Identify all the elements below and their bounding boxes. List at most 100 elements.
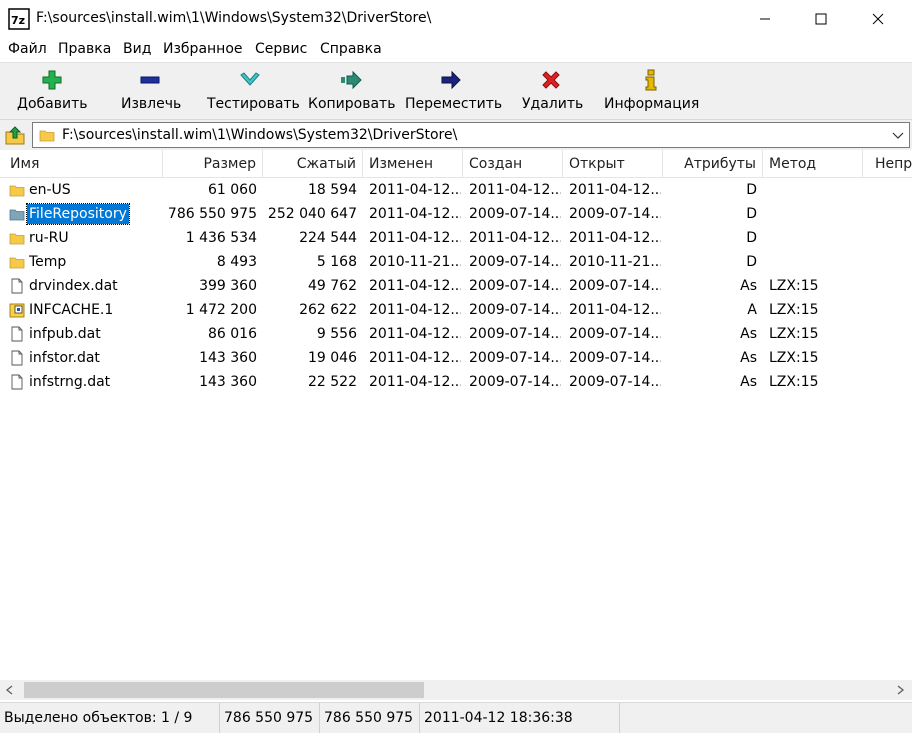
minus-icon bbox=[140, 76, 160, 84]
cell-size: 399 360 bbox=[199, 278, 257, 294]
cell-size: 1 436 534 bbox=[185, 230, 257, 246]
table-row[interactable]: infstrng.dat 143 360 22 522 2011-04-12... 20… bbox=[0, 370, 912, 394]
table-row[interactable]: ru-RU 1 436 534 224 544 2011-04-12... 2011-0… bbox=[0, 226, 912, 250]
minimize-icon bbox=[760, 18, 770, 20]
cell-created: 2009-07-14... bbox=[469, 350, 561, 366]
scroll-right-icon[interactable] bbox=[892, 683, 908, 697]
table-row[interactable]: infpub.dat 86 016 9 556 2011-04-12... 2009-0… bbox=[0, 322, 912, 346]
cell-accessed: 2011-04-12... bbox=[569, 182, 661, 198]
table-row[interactable]: infstor.dat 143 360 19 046 2011-04-12... 200… bbox=[0, 346, 912, 370]
table-row[interactable]: Temp 8 493 5 168 2010-11-21... 2009-07-14...… bbox=[0, 250, 912, 274]
cell-method: LZX:15 bbox=[769, 278, 819, 294]
file-icon bbox=[11, 374, 23, 390]
toolbar: Добавить Извлечь Тестировать Копировать … bbox=[0, 62, 912, 120]
chevron-down-icon[interactable] bbox=[891, 128, 905, 142]
cell-attributes: As bbox=[740, 278, 757, 294]
cell-method: LZX:15 bbox=[769, 302, 819, 318]
menu-help[interactable]: Справка bbox=[320, 41, 382, 57]
cell-accessed: 2009-07-14... bbox=[569, 326, 661, 342]
cell-packed: 49 762 bbox=[308, 278, 357, 294]
cell-created: 2011-04-12... bbox=[469, 182, 561, 198]
cell-created: 2009-07-14... bbox=[469, 206, 561, 222]
info-button[interactable]: Информация bbox=[600, 63, 702, 119]
column-created[interactable]: Создан bbox=[463, 150, 563, 178]
folder-icon bbox=[9, 209, 25, 221]
close-button[interactable] bbox=[855, 0, 901, 38]
file-list[interactable]: Имя Размер Сжатый Изменен Создан Открыт … bbox=[0, 150, 912, 680]
column-header: Имя Размер Сжатый Изменен Создан Открыт … bbox=[0, 150, 912, 178]
column-name[interactable]: Имя bbox=[0, 150, 163, 178]
folder-icon bbox=[9, 185, 25, 197]
column-modified[interactable]: Изменен bbox=[363, 150, 463, 178]
cell-name: drvindex.dat bbox=[29, 278, 118, 294]
test-button[interactable]: Тестировать bbox=[200, 63, 300, 119]
minimize-button[interactable] bbox=[742, 0, 788, 38]
folder-up-icon[interactable] bbox=[4, 124, 26, 146]
maximize-icon bbox=[815, 13, 827, 25]
table-row[interactable]: en-US 61 060 18 594 2011-04-12... 2011-04-12… bbox=[0, 178, 912, 202]
cell-method bbox=[769, 250, 859, 274]
column-method[interactable]: Метод bbox=[763, 150, 863, 178]
title-bar[interactable]: 7z F:\sources\install.wim\1\Windows\Syst… bbox=[0, 0, 912, 38]
column-size[interactable]: Размер bbox=[163, 150, 263, 178]
move-button[interactable]: Переместить bbox=[400, 63, 504, 119]
table-row[interactable]: drvindex.dat 399 360 49 762 2011-04-12... 20… bbox=[0, 274, 912, 298]
folder-icon bbox=[39, 130, 55, 142]
status-date: 2011-04-12 18:36:38 bbox=[420, 703, 620, 733]
menu-file[interactable]: Файл bbox=[8, 41, 47, 57]
cell-method bbox=[769, 226, 859, 250]
cell-attributes: D bbox=[746, 206, 757, 222]
cell-modified: 2011-04-12... bbox=[369, 278, 461, 294]
cell-name: infpub.dat bbox=[29, 326, 101, 342]
column-solid[interactable]: Непр bbox=[863, 150, 912, 178]
cell-packed: 22 522 bbox=[308, 374, 357, 390]
cell-attributes: As bbox=[740, 326, 757, 342]
plus-icon bbox=[42, 70, 62, 90]
delete-button-label: Удалить bbox=[522, 96, 584, 112]
menu-view[interactable]: Вид bbox=[123, 41, 151, 57]
cell-accessed: 2009-07-14... bbox=[569, 350, 661, 366]
cell-name: FileRepository bbox=[26, 203, 130, 225]
cell-attributes: As bbox=[740, 350, 757, 366]
address-input[interactable]: F:\sources\install.wim\1\Windows\System3… bbox=[32, 122, 910, 148]
scrollbar-thumb[interactable] bbox=[24, 682, 424, 698]
cell-accessed: 2010-11-21... bbox=[569, 254, 661, 270]
cell-name: infstor.dat bbox=[29, 350, 100, 366]
status-packed: 786 550 975 bbox=[320, 703, 420, 733]
scroll-left-icon[interactable] bbox=[2, 683, 18, 697]
cell-packed: 9 556 bbox=[316, 326, 357, 342]
cell-packed: 224 544 bbox=[299, 230, 357, 246]
cell-attributes: D bbox=[746, 254, 757, 270]
cell-attributes: As bbox=[740, 374, 757, 390]
cell-modified: 2011-04-12... bbox=[369, 206, 461, 222]
menu-edit[interactable]: Правка bbox=[58, 41, 111, 57]
table-row[interactable]: INFCACHE.1 1 472 200 262 622 2011-04-12... 2… bbox=[0, 298, 912, 322]
cell-name: ru-RU bbox=[29, 230, 69, 246]
cell-modified: 2011-04-12... bbox=[369, 326, 461, 342]
maximize-button[interactable] bbox=[798, 0, 844, 38]
horizontal-scrollbar[interactable] bbox=[0, 680, 912, 700]
cell-size: 786 550 975 bbox=[167, 206, 257, 222]
delete-button[interactable]: Удалить bbox=[510, 63, 592, 119]
menu-favorites[interactable]: Избранное bbox=[163, 41, 243, 57]
file-special-icon bbox=[9, 303, 25, 318]
menu-tools[interactable]: Сервис bbox=[255, 41, 307, 57]
svg-text:7z: 7z bbox=[11, 14, 25, 27]
cell-modified: 2011-04-12... bbox=[369, 230, 461, 246]
column-packed[interactable]: Сжатый bbox=[263, 150, 363, 178]
extract-button[interactable]: Извлечь bbox=[110, 63, 192, 119]
column-attributes[interactable]: Атрибуты bbox=[663, 150, 763, 178]
table-row[interactable]: FileRepository 786 550 975 252 040 647 2011… bbox=[0, 202, 912, 226]
7z-icon: 7z bbox=[8, 8, 30, 30]
cell-modified: 2011-04-12... bbox=[369, 374, 461, 390]
copy-button[interactable]: Копировать bbox=[300, 63, 400, 119]
check-icon bbox=[240, 72, 260, 86]
cell-packed: 252 040 647 bbox=[267, 206, 357, 222]
add-button[interactable]: Добавить bbox=[8, 63, 98, 119]
cell-packed: 18 594 bbox=[308, 182, 357, 198]
column-accessed[interactable]: Открыт bbox=[563, 150, 663, 178]
close-icon bbox=[872, 13, 884, 25]
cell-attributes: D bbox=[746, 230, 757, 246]
cell-modified: 2010-11-21... bbox=[369, 254, 461, 270]
info-button-label: Информация bbox=[604, 96, 700, 112]
